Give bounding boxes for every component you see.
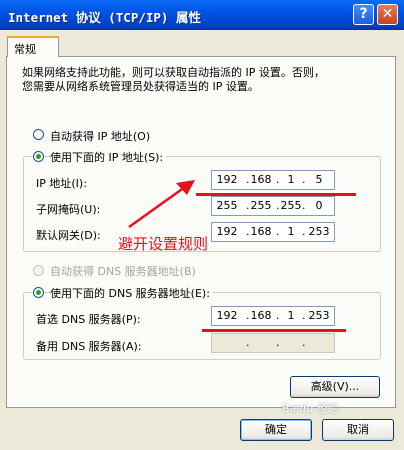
pdns-octet-2: 168 xyxy=(250,309,272,322)
pdns-octet-3: 1 xyxy=(287,309,295,322)
gateway-label: 默认网关(D): xyxy=(36,229,101,242)
tab-general[interactable]: 常规 xyxy=(7,36,59,57)
preferred-dns-label: 首选 DNS 服务器(P): xyxy=(36,313,141,326)
subnet-mask-label: 子网掩码(U): xyxy=(36,203,101,216)
auto-dns-radio xyxy=(33,265,44,276)
mask-octet-2: 255 xyxy=(250,199,272,212)
ip-octet-4: 5 xyxy=(315,173,323,186)
annotation-underline-dns xyxy=(202,329,346,332)
ok-button[interactable]: 确定 xyxy=(240,419,312,441)
ip-octet-1: 192 xyxy=(216,173,238,186)
annotation-underline-ip xyxy=(196,193,356,196)
mask-octet-4: 0 xyxy=(315,199,323,212)
advanced-button[interactable]: 高级(V)... xyxy=(290,376,380,398)
manual-ip-radio[interactable] xyxy=(33,151,44,162)
manual-ip-label[interactable]: 使用下面的 IP 地址(S): xyxy=(50,149,167,165)
gateway-octet-1: 192 xyxy=(216,225,238,238)
mask-octet-1: 255 xyxy=(216,199,238,212)
alternate-dns-field[interactable]: . . . xyxy=(211,333,335,353)
auto-dns-label: 自动获得 DNS 服务器地址(B) xyxy=(50,265,196,278)
close-button[interactable]: ✕ xyxy=(377,4,398,25)
annotation-text: 避开设置规则 xyxy=(118,235,209,253)
cancel-button[interactable]: 取消 xyxy=(322,419,394,441)
ip-address-label: IP 地址(I): xyxy=(36,177,87,190)
preferred-dns-field[interactable]: 192. 168. 1. 253 xyxy=(211,306,335,326)
pdns-octet-1: 192 xyxy=(216,309,238,322)
ip-octet-3: 1 xyxy=(287,173,295,186)
subnet-mask-field[interactable]: 255. 255. 255. 0 xyxy=(211,196,335,216)
auto-ip-label[interactable]: 自动获得 IP 地址(O) xyxy=(50,128,150,144)
manual-dns-radio[interactable] xyxy=(33,287,44,298)
alternate-dns-label: 备用 DNS 服务器(A): xyxy=(36,340,142,353)
title-bar: Internet 协议 (TCP/IP) 属性 ? ✕ xyxy=(0,0,404,30)
window-title: Internet 协议 (TCP/IP) 属性 xyxy=(8,10,201,25)
ip-octet-2: 168 xyxy=(250,173,272,186)
mask-octet-3: 255 xyxy=(280,199,302,212)
gateway-octet-4: 253 xyxy=(308,225,330,238)
gateway-octet-2: 168 xyxy=(250,225,272,238)
pdns-octet-4: 253 xyxy=(308,309,330,322)
intro-text: 如果网络支持此功能，则可以获取自动指派的 IP 设置。否则， 您需要从网络系统管… xyxy=(22,66,325,93)
annotation-arrow-icon xyxy=(128,180,195,229)
auto-ip-radio[interactable] xyxy=(33,129,44,140)
manual-dns-label[interactable]: 使用下面的 DNS 服务器地址(E): xyxy=(50,285,213,301)
watermark: Baidu 经验 xyxy=(282,402,339,415)
help-button[interactable]: ? xyxy=(353,4,374,25)
ip-address-field[interactable]: 192. 168. 1. 5 xyxy=(211,170,335,190)
gateway-octet-3: 1 xyxy=(287,225,295,238)
gateway-field[interactable]: 192. 168. 1. 253 xyxy=(211,222,335,242)
